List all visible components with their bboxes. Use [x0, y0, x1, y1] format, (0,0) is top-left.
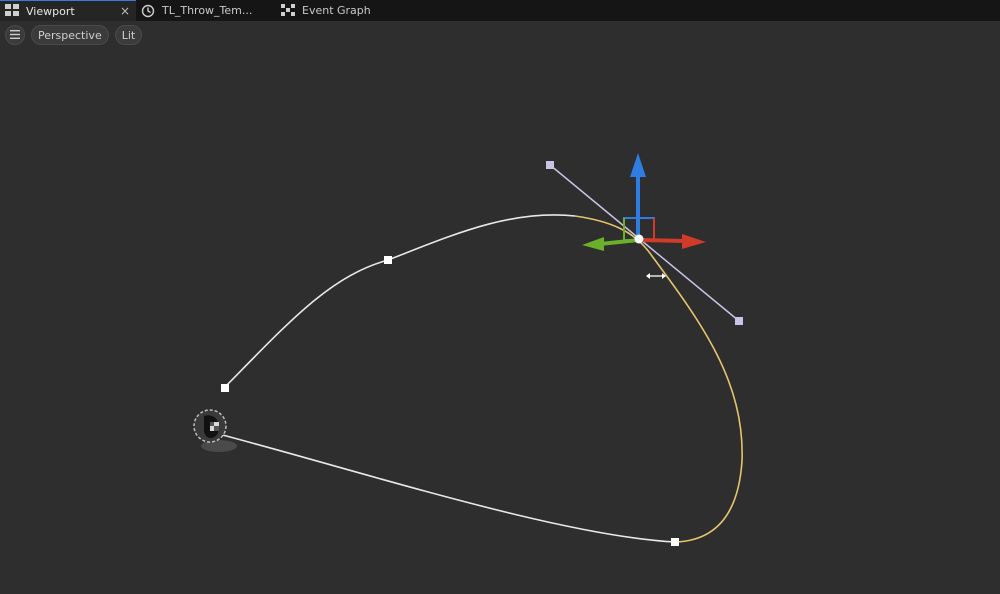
clock-icon — [141, 4, 157, 18]
tangent-handle-end[interactable] — [735, 317, 743, 325]
gizmo-pivot[interactable] — [634, 234, 644, 244]
close-icon[interactable]: × — [120, 4, 130, 18]
transform-gizmo[interactable] — [582, 153, 706, 251]
viewport-toolbar: Perspective Lit — [5, 25, 143, 45]
viewport[interactable]: Perspective Lit — [0, 21, 1000, 594]
gizmo-y-axis[interactable] — [599, 238, 639, 246]
resize-cursor-icon — [646, 273, 666, 279]
lit-button[interactable]: Lit — [114, 25, 143, 45]
viewport-menu-button[interactable] — [5, 25, 25, 45]
spline-point[interactable] — [384, 256, 392, 264]
spline-point[interactable] — [221, 384, 229, 392]
actor-sphere-icon[interactable] — [193, 409, 237, 452]
tab-label: TL_Throw_Tem... — [162, 4, 253, 17]
viewport-scene[interactable] — [0, 21, 1000, 594]
hamburger-icon — [10, 29, 20, 42]
gizmo-z-arrow[interactable] — [630, 153, 646, 177]
tab-label: Event Graph — [302, 4, 371, 17]
spline-curve[interactable] — [214, 432, 676, 543]
gizmo-y-arrow[interactable] — [582, 237, 604, 251]
tab-bar: Viewport × TL_Throw_Tem... Event Graph — [0, 0, 1000, 21]
spline-curve-selected[interactable] — [574, 215, 743, 543]
spline-point[interactable] — [671, 538, 679, 546]
graph-icon — [281, 3, 297, 18]
tab-event-graph[interactable]: Event Graph — [276, 0, 406, 21]
tab-timeline[interactable]: TL_Throw_Tem... — [136, 0, 276, 21]
perspective-button[interactable]: Perspective — [31, 25, 109, 45]
tab-viewport[interactable]: Viewport × — [0, 0, 136, 21]
gizmo-x-axis[interactable] — [639, 238, 687, 243]
tangent-handle-line — [549, 164, 740, 322]
tab-label: Viewport — [26, 4, 75, 18]
spline-curve[interactable] — [223, 214, 576, 389]
tangent-handle-start[interactable] — [546, 161, 554, 169]
gizmo-x-arrow[interactable] — [682, 234, 706, 249]
viewport-icon — [5, 4, 21, 18]
